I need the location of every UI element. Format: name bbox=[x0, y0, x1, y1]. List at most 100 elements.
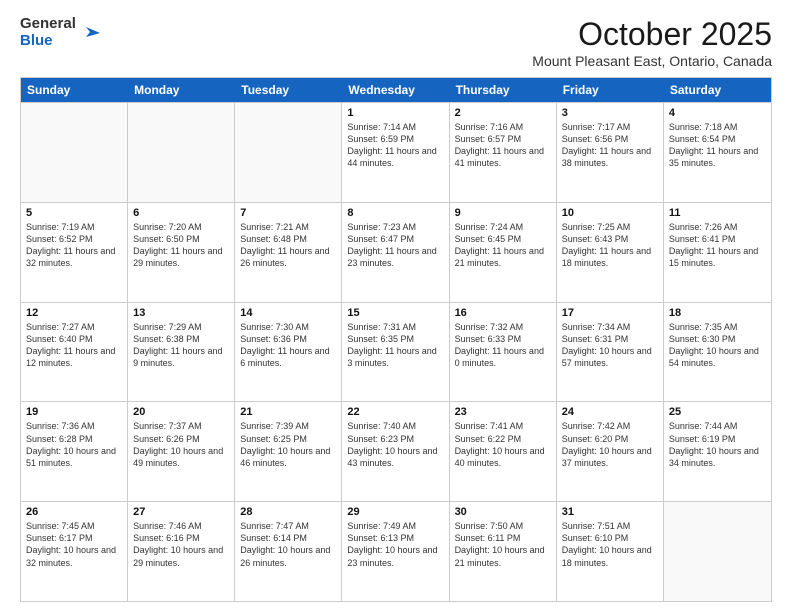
day-info: Sunrise: 7:27 AM Sunset: 6:40 PM Dayligh… bbox=[26, 321, 122, 370]
calendar-cell: 24Sunrise: 7:42 AM Sunset: 6:20 PM Dayli… bbox=[557, 402, 664, 501]
calendar-page: General Blue October 2025 Mount Pleasant… bbox=[0, 0, 792, 612]
day-number: 4 bbox=[669, 107, 766, 119]
calendar-cell: 22Sunrise: 7:40 AM Sunset: 6:23 PM Dayli… bbox=[342, 402, 449, 501]
day-info: Sunrise: 7:26 AM Sunset: 6:41 PM Dayligh… bbox=[669, 221, 766, 270]
day-info: Sunrise: 7:36 AM Sunset: 6:28 PM Dayligh… bbox=[26, 420, 122, 469]
day-number: 27 bbox=[133, 506, 229, 518]
day-info: Sunrise: 7:21 AM Sunset: 6:48 PM Dayligh… bbox=[240, 221, 336, 270]
day-number: 29 bbox=[347, 506, 443, 518]
calendar-cell: 12 Sunrise: 7:27 AM Sunset: 6:40 PM Dayli… bbox=[21, 303, 128, 402]
calendar-body: 1 Sunrise: 7:14 AM Sunset: 6:59 PM Daylig… bbox=[21, 102, 771, 601]
day-number: 12 bbox=[26, 307, 122, 319]
calendar-cell: 28 Sunrise: 7:47 AM Sunset: 6:14 PM Dayli… bbox=[235, 502, 342, 601]
calendar-cell: 17Sunrise: 7:34 AM Sunset: 6:31 PM Dayli… bbox=[557, 303, 664, 402]
page-header: General Blue October 2025 Mount Pleasant… bbox=[20, 16, 772, 69]
calendar-cell: 1 Sunrise: 7:14 AM Sunset: 6:59 PM Daylig… bbox=[342, 103, 449, 202]
calendar-cell: 31 Sunrise: 7:51 AM Sunset: 6:10 PM Dayli… bbox=[557, 502, 664, 601]
day-info: Sunrise: 7:17 AM Sunset: 6:56 PM Dayligh… bbox=[562, 121, 658, 170]
calendar-cell: 8 Sunrise: 7:23 AM Sunset: 6:47 PM Daylig… bbox=[342, 203, 449, 302]
day-info: Sunrise: 7:34 AM Sunset: 6:31 PM Dayligh… bbox=[562, 321, 658, 370]
day-number: 30 bbox=[455, 506, 551, 518]
title-area: October 2025 Mount Pleasant East, Ontari… bbox=[532, 16, 772, 69]
calendar-cell: 30 Sunrise: 7:50 AM Sunset: 6:11 PM Dayli… bbox=[450, 502, 557, 601]
calendar-cell: 18 Sunrise: 7:35 AM Sunset: 6:30 PM Dayli… bbox=[664, 303, 771, 402]
calendar-cell: 29 Sunrise: 7:49 AM Sunset: 6:13 PM Dayli… bbox=[342, 502, 449, 601]
calendar-cell: 20 Sunrise: 7:37 AM Sunset: 6:26 PM Dayli… bbox=[128, 402, 235, 501]
calendar-cell: 26 Sunrise: 7:45 AM Sunset: 6:17 PM Dayli… bbox=[21, 502, 128, 601]
day-info: Sunrise: 7:46 AM Sunset: 6:16 PM Dayligh… bbox=[133, 520, 229, 569]
day-number: 14 bbox=[240, 307, 336, 319]
day-info: Sunrise: 7:19 AM Sunset: 6:52 PM Dayligh… bbox=[26, 221, 122, 270]
day-info: Sunrise: 7:47 AM Sunset: 6:14 PM Dayligh… bbox=[240, 520, 336, 569]
day-info: Sunrise: 7:35 AM Sunset: 6:30 PM Dayligh… bbox=[669, 321, 766, 370]
calendar-grid: SundayMondayTuesdayWednesdayThursdayFrid… bbox=[20, 77, 772, 602]
calendar-cell: 7 Sunrise: 7:21 AM Sunset: 6:48 PM Daylig… bbox=[235, 203, 342, 302]
calendar-cell bbox=[128, 103, 235, 202]
day-number: 6 bbox=[133, 207, 229, 219]
calendar-cell: 23 Sunrise: 7:41 AM Sunset: 6:22 PM Dayli… bbox=[450, 402, 557, 501]
day-info: Sunrise: 7:31 AM Sunset: 6:35 PM Dayligh… bbox=[347, 321, 443, 370]
calendar-cell bbox=[21, 103, 128, 202]
day-info: Sunrise: 7:30 AM Sunset: 6:36 PM Dayligh… bbox=[240, 321, 336, 370]
day-info: Sunrise: 7:14 AM Sunset: 6:59 PM Dayligh… bbox=[347, 121, 443, 170]
weekday-header-thursday: Thursday bbox=[450, 78, 557, 102]
day-info: Sunrise: 7:50 AM Sunset: 6:11 PM Dayligh… bbox=[455, 520, 551, 569]
calendar-week-1: 1 Sunrise: 7:14 AM Sunset: 6:59 PM Daylig… bbox=[21, 102, 771, 202]
day-info: Sunrise: 7:25 AM Sunset: 6:43 PM Dayligh… bbox=[562, 221, 658, 270]
calendar-cell: 3 Sunrise: 7:17 AM Sunset: 6:56 PM Daylig… bbox=[557, 103, 664, 202]
day-info: Sunrise: 7:41 AM Sunset: 6:22 PM Dayligh… bbox=[455, 420, 551, 469]
day-number: 2 bbox=[455, 107, 551, 119]
logo-bird-icon bbox=[78, 19, 100, 47]
calendar-cell: 4 Sunrise: 7:18 AM Sunset: 6:54 PM Daylig… bbox=[664, 103, 771, 202]
day-info: Sunrise: 7:45 AM Sunset: 6:17 PM Dayligh… bbox=[26, 520, 122, 569]
calendar-cell: 9Sunrise: 7:24 AM Sunset: 6:45 PM Daylig… bbox=[450, 203, 557, 302]
day-number: 11 bbox=[669, 207, 766, 219]
day-number: 31 bbox=[562, 506, 658, 518]
day-info: Sunrise: 7:18 AM Sunset: 6:54 PM Dayligh… bbox=[669, 121, 766, 170]
weekday-header-saturday: Saturday bbox=[664, 78, 771, 102]
calendar-header: SundayMondayTuesdayWednesdayThursdayFrid… bbox=[21, 78, 771, 102]
day-number: 23 bbox=[455, 406, 551, 418]
day-info: Sunrise: 7:29 AM Sunset: 6:38 PM Dayligh… bbox=[133, 321, 229, 370]
weekday-header-tuesday: Tuesday bbox=[235, 78, 342, 102]
day-number: 9 bbox=[455, 207, 551, 219]
calendar-cell: 11 Sunrise: 7:26 AM Sunset: 6:41 PM Dayli… bbox=[664, 203, 771, 302]
calendar-cell: 2 Sunrise: 7:16 AM Sunset: 6:57 PM Daylig… bbox=[450, 103, 557, 202]
calendar-cell: 16Sunrise: 7:32 AM Sunset: 6:33 PM Dayli… bbox=[450, 303, 557, 402]
day-number: 3 bbox=[562, 107, 658, 119]
day-number: 13 bbox=[133, 307, 229, 319]
calendar-cell: 13 Sunrise: 7:29 AM Sunset: 6:38 PM Dayli… bbox=[128, 303, 235, 402]
day-number: 16 bbox=[455, 307, 551, 319]
day-info: Sunrise: 7:40 AM Sunset: 6:23 PM Dayligh… bbox=[347, 420, 443, 469]
month-title: October 2025 bbox=[532, 16, 772, 53]
calendar-cell bbox=[664, 502, 771, 601]
day-number: 26 bbox=[26, 506, 122, 518]
day-number: 20 bbox=[133, 406, 229, 418]
calendar-week-5: 26 Sunrise: 7:45 AM Sunset: 6:17 PM Dayli… bbox=[21, 501, 771, 601]
weekday-header-sunday: Sunday bbox=[21, 78, 128, 102]
day-number: 25 bbox=[669, 406, 766, 418]
calendar-week-3: 12 Sunrise: 7:27 AM Sunset: 6:40 PM Dayli… bbox=[21, 302, 771, 402]
day-number: 7 bbox=[240, 207, 336, 219]
calendar-cell: 10Sunrise: 7:25 AM Sunset: 6:43 PM Dayli… bbox=[557, 203, 664, 302]
calendar-cell: 27 Sunrise: 7:46 AM Sunset: 6:16 PM Dayli… bbox=[128, 502, 235, 601]
logo-general: General bbox=[20, 16, 76, 33]
weekday-header-wednesday: Wednesday bbox=[342, 78, 449, 102]
day-number: 28 bbox=[240, 506, 336, 518]
day-number: 1 bbox=[347, 107, 443, 119]
calendar-cell: 14 Sunrise: 7:30 AM Sunset: 6:36 PM Dayli… bbox=[235, 303, 342, 402]
day-number: 15 bbox=[347, 307, 443, 319]
day-info: Sunrise: 7:20 AM Sunset: 6:50 PM Dayligh… bbox=[133, 221, 229, 270]
day-number: 24 bbox=[562, 406, 658, 418]
day-number: 8 bbox=[347, 207, 443, 219]
calendar-cell: 6 Sunrise: 7:20 AM Sunset: 6:50 PM Daylig… bbox=[128, 203, 235, 302]
day-info: Sunrise: 7:23 AM Sunset: 6:47 PM Dayligh… bbox=[347, 221, 443, 270]
day-info: Sunrise: 7:37 AM Sunset: 6:26 PM Dayligh… bbox=[133, 420, 229, 469]
day-info: Sunrise: 7:51 AM Sunset: 6:10 PM Dayligh… bbox=[562, 520, 658, 569]
location-subtitle: Mount Pleasant East, Ontario, Canada bbox=[532, 53, 772, 69]
day-number: 18 bbox=[669, 307, 766, 319]
weekday-header-monday: Monday bbox=[128, 78, 235, 102]
day-info: Sunrise: 7:49 AM Sunset: 6:13 PM Dayligh… bbox=[347, 520, 443, 569]
logo-blue: Blue bbox=[20, 33, 76, 50]
day-info: Sunrise: 7:16 AM Sunset: 6:57 PM Dayligh… bbox=[455, 121, 551, 170]
